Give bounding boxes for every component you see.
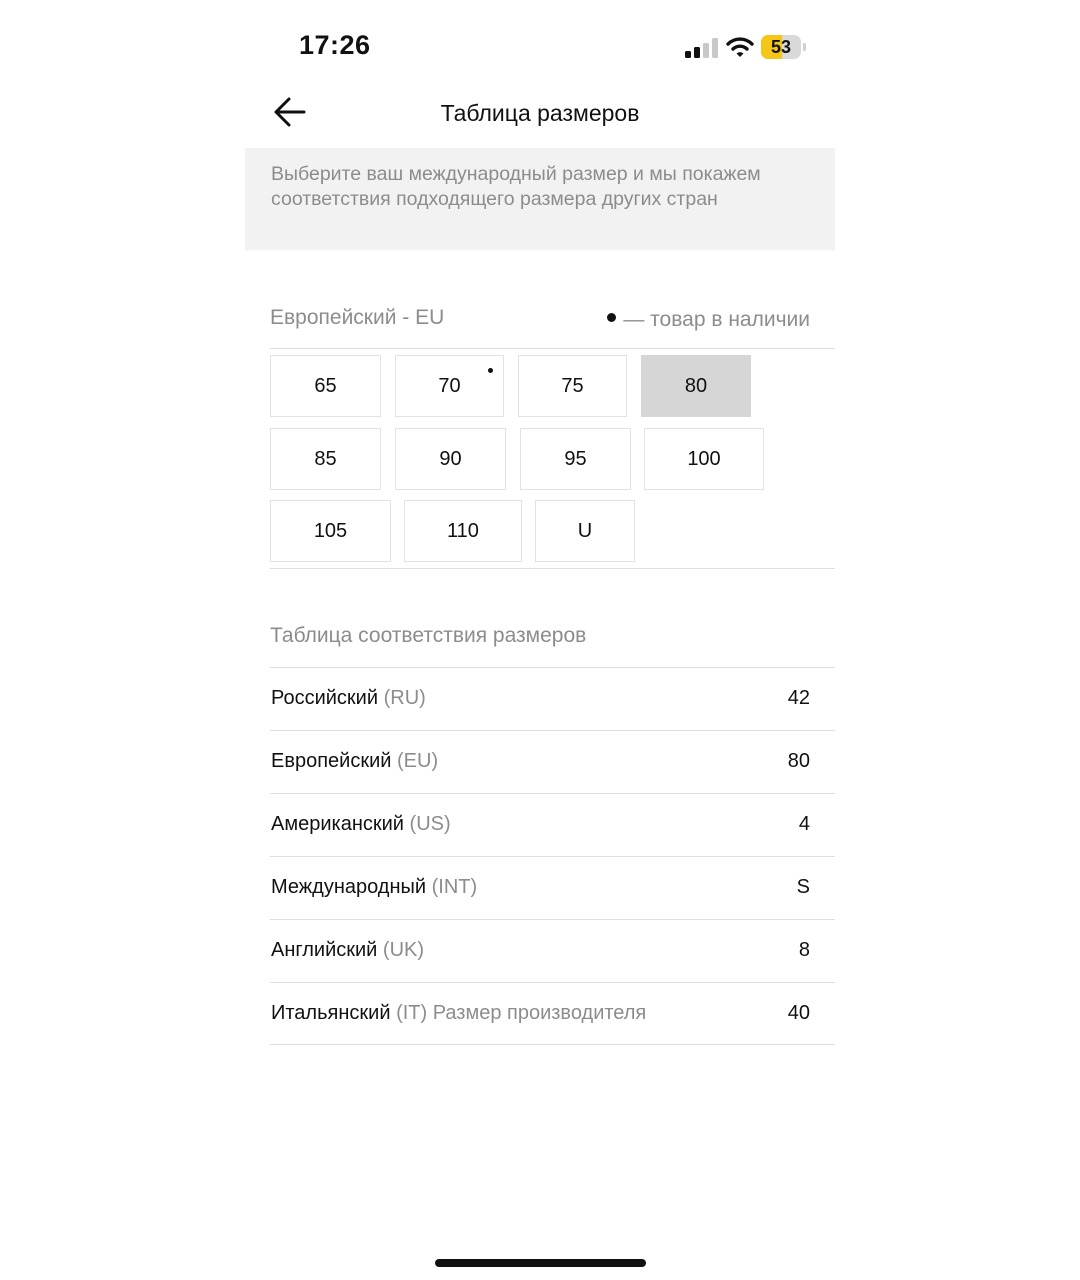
info-box: Выберите ваш международный размер и мы п… [245, 148, 835, 250]
row-label: Английский (UK) [271, 939, 424, 962]
row-label: Международный (INT) [271, 876, 477, 899]
row-country-code: (RU) [383, 687, 426, 709]
divider [270, 568, 835, 569]
wifi-icon [726, 37, 754, 57]
size-row-ru: Российский (RU) 42 [270, 667, 835, 730]
correspondence-title: Таблица соответствия размеров [270, 624, 587, 647]
size-option-110[interactable]: 110 [404, 500, 522, 562]
row-country-code: (US) [409, 813, 451, 835]
row-country-name: Европейский [271, 750, 392, 772]
row-country-code: (INT) [431, 876, 478, 898]
status-time: 17:26 [299, 30, 371, 60]
size-row-uk: Английский (UK) 8 [270, 919, 835, 982]
row-country-name: Американский [271, 813, 404, 835]
back-button[interactable] [270, 92, 310, 132]
size-option-90[interactable]: 90 [395, 428, 506, 490]
size-option-70[interactable]: 70 [395, 355, 504, 417]
size-option-65[interactable]: 65 [270, 355, 381, 417]
size-option-85[interactable]: 85 [270, 428, 381, 490]
size-option-label: 85 [314, 447, 337, 470]
divider [270, 348, 835, 349]
row-size-value: 42 [787, 687, 810, 709]
row-country-code: (EU) [397, 750, 439, 772]
in-stock-dot-icon [488, 368, 493, 373]
row-label: Европейский (EU) [271, 750, 438, 773]
row-size-value: 4 [798, 813, 810, 835]
size-row-int: Международный (INT) S [270, 856, 835, 919]
row-country-name: Международный [271, 876, 427, 898]
size-option-label: 75 [561, 374, 584, 397]
row-country-name: Российский [271, 687, 379, 709]
row-label: Американский (US) [271, 813, 451, 836]
size-option-label: 65 [314, 374, 337, 397]
row-note: Размер производителя [432, 1002, 647, 1024]
size-option-label: U [577, 519, 593, 542]
size-row-it: Итальянский (IT) Размер производителя 40 [270, 982, 835, 1045]
size-option-95[interactable]: 95 [520, 428, 631, 490]
row-country-code: (IT) [396, 1002, 428, 1024]
legend-text: — товар в наличии [623, 308, 810, 331]
row-size-value: S [796, 876, 810, 898]
availability-dot-icon [607, 312, 617, 322]
availability-legend: — товар в наличии [607, 308, 810, 332]
size-option-label: 70 [438, 374, 461, 397]
row-size-value: 40 [787, 1002, 810, 1024]
size-option-label: 100 [687, 447, 721, 470]
row-country-name: Итальянский [271, 1002, 391, 1024]
row-label: Российский (RU) [271, 687, 426, 710]
size-row-eu: Европейский (EU) 80 [270, 730, 835, 793]
size-option-80[interactable]: 80 [641, 355, 751, 417]
row-size-value: 80 [787, 750, 810, 772]
size-option-u[interactable]: U [535, 500, 635, 562]
size-option-75[interactable]: 75 [518, 355, 627, 417]
signal-icon [685, 38, 718, 58]
size-option-100[interactable]: 100 [644, 428, 764, 490]
size-option-label: 110 [447, 519, 479, 542]
row-size-value: 8 [798, 939, 810, 961]
home-indicator [435, 1259, 646, 1267]
size-option-105[interactable]: 105 [270, 500, 391, 562]
size-option-label: 95 [564, 447, 587, 470]
page-title: Таблица размеров [440, 100, 640, 126]
arrow-left-icon [274, 97, 306, 127]
battery-level: 53 [770, 37, 792, 57]
size-option-label: 80 [684, 374, 708, 397]
battery-icon: 53 [761, 35, 807, 59]
size-system-label: Европейский - EU [270, 306, 445, 329]
size-row-us: Американский (US) 4 [270, 793, 835, 856]
row-country-name: Английский [271, 939, 378, 961]
row-country-code: (UK) [382, 939, 425, 961]
info-text: Выберите ваш международный размер и мы п… [271, 163, 761, 210]
size-option-label: 105 [313, 519, 348, 542]
row-label: Итальянский (IT) Размер производителя [271, 1002, 646, 1025]
size-option-label: 90 [439, 447, 462, 470]
